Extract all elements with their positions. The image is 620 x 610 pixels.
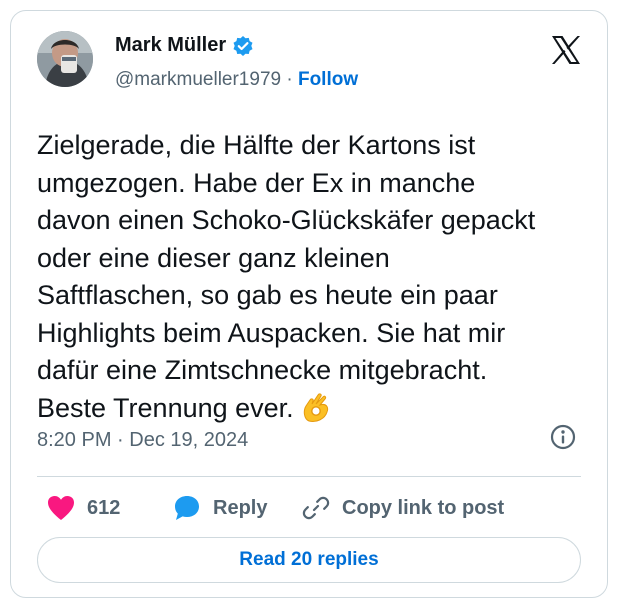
post-date: Dec 19, 2024: [129, 429, 249, 451]
avatar[interactable]: [37, 31, 93, 87]
verified-badge-icon: [232, 35, 254, 57]
post-card: Mark Müller @markmueller1979 · Follow Zi…: [10, 10, 608, 598]
reply-label: Reply: [213, 496, 268, 519]
copy-link-button[interactable]: Copy link to post: [302, 491, 504, 525]
action-bar: 612 Reply Copy link to post: [37, 491, 581, 525]
copy-link-label: Copy link to post: [342, 496, 505, 519]
post-timestamp[interactable]: 8:20 PM · Dec 19, 2024: [37, 429, 248, 452]
follow-button[interactable]: Follow: [298, 69, 358, 90]
like-count: 612: [87, 496, 121, 519]
heart-icon: [47, 495, 75, 521]
divider: [37, 476, 581, 477]
post-text: Zielgerade, die Hälfte der Kartons ist u…: [37, 127, 585, 427]
handle-separator: ·: [286, 69, 293, 90]
like-button[interactable]: 612: [47, 491, 120, 525]
handle-row: @markmueller1979 · Follow: [115, 69, 358, 91]
post-time: 8:20 PM: [37, 429, 112, 451]
author-name[interactable]: Mark Müller: [115, 34, 226, 57]
info-icon[interactable]: [549, 423, 577, 451]
read-replies-label: Read 20 replies: [239, 549, 379, 570]
post-body: Zielgerade, die Hälfte der Kartons ist u…: [37, 130, 536, 423]
author-handle[interactable]: @markmueller1979: [115, 69, 281, 90]
reply-button[interactable]: Reply: [173, 491, 267, 525]
speech-bubble-icon: [173, 494, 201, 522]
timestamp-separator: ·: [117, 429, 124, 451]
author-name-row: Mark Müller: [115, 34, 254, 57]
x-logo-icon[interactable]: [549, 33, 583, 67]
link-icon: [302, 494, 330, 522]
ok-hand-emoji-icon: [301, 391, 331, 423]
read-replies-button[interactable]: Read 20 replies: [37, 537, 581, 583]
